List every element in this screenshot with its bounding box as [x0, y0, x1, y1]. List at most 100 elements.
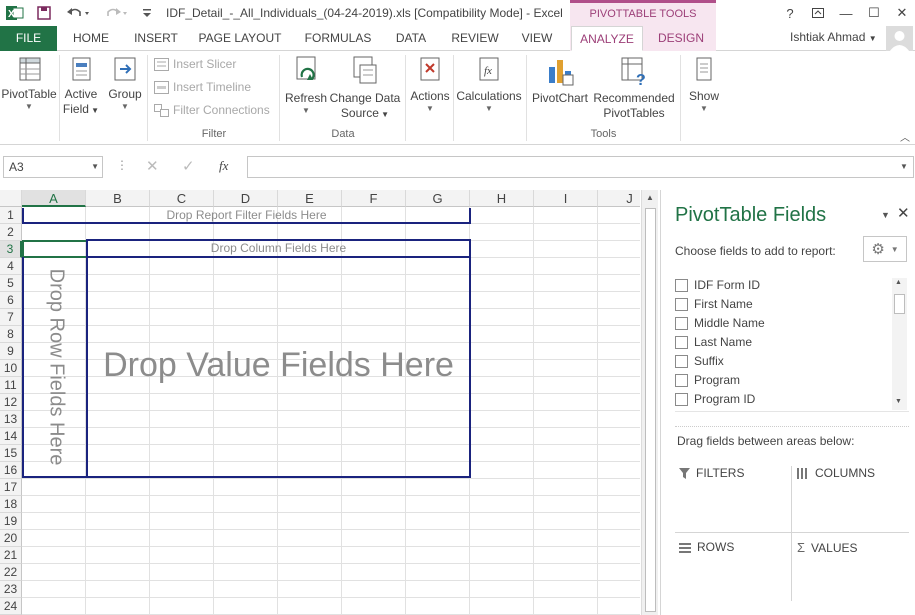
- column-header-i[interactable]: I: [534, 190, 598, 207]
- excel-logo-icon[interactable]: X: [4, 3, 26, 23]
- tab-home[interactable]: HOME: [62, 26, 120, 51]
- rows-area[interactable]: ROWS: [679, 540, 734, 554]
- tab-view[interactable]: VIEW: [514, 26, 560, 51]
- field-item[interactable]: Program ID: [675, 390, 755, 408]
- row-header-15[interactable]: 15: [0, 445, 22, 462]
- row-header-20[interactable]: 20: [0, 530, 22, 547]
- row-header-13[interactable]: 13: [0, 411, 22, 428]
- tab-review[interactable]: REVIEW: [446, 26, 504, 51]
- field-item[interactable]: First Name: [675, 295, 753, 313]
- enter-icon[interactable]: ✓: [182, 157, 195, 175]
- tab-insert[interactable]: INSERT: [128, 26, 184, 51]
- close-pane-icon[interactable]: ✕: [897, 204, 910, 222]
- field-item[interactable]: Middle Name: [675, 314, 765, 332]
- field-item[interactable]: Suffix: [675, 352, 724, 370]
- row-header-16[interactable]: 16: [0, 462, 22, 479]
- active-field-button[interactable]: Active Field ▼: [60, 55, 102, 118]
- row-header-24[interactable]: 24: [0, 598, 22, 615]
- tab-analyze[interactable]: ANALYZE: [571, 26, 643, 51]
- name-box[interactable]: A3 ▼: [3, 156, 103, 178]
- row-header-8[interactable]: 8: [0, 326, 22, 343]
- row-header-2[interactable]: 2: [0, 224, 22, 241]
- drop-report-filter-area[interactable]: Drop Report Filter Fields Here: [22, 208, 471, 224]
- drop-column-fields-area[interactable]: Drop Column Fields Here: [86, 239, 471, 258]
- column-header-h[interactable]: H: [470, 190, 534, 207]
- column-header-g[interactable]: G: [406, 190, 470, 207]
- row-header-11[interactable]: 11: [0, 377, 22, 394]
- row-header-18[interactable]: 18: [0, 496, 22, 513]
- row-header-4[interactable]: 4: [0, 258, 22, 275]
- change-data-source-button[interactable]: Change Data Source ▼: [328, 55, 402, 122]
- calculations-button[interactable]: fx Calculations ▼: [456, 55, 522, 114]
- field-checkbox[interactable]: [675, 354, 688, 368]
- minimize-icon[interactable]: —: [834, 3, 858, 23]
- select-all-corner[interactable]: [0, 190, 22, 207]
- cancel-icon[interactable]: ✕: [146, 157, 159, 175]
- row-header-19[interactable]: 19: [0, 513, 22, 530]
- field-item[interactable]: Program: [675, 371, 740, 389]
- row-header-5[interactable]: 5: [0, 275, 22, 292]
- insert-slicer-button[interactable]: Insert Slicer: [154, 57, 236, 71]
- column-header-d[interactable]: D: [214, 190, 278, 207]
- drop-row-fields-area[interactable]: Drop Row Fields Here: [22, 257, 87, 478]
- actions-button[interactable]: Actions ▼: [408, 55, 452, 114]
- scroll-up-icon[interactable]: ▲: [646, 193, 654, 202]
- column-header-f[interactable]: F: [342, 190, 406, 207]
- row-header-22[interactable]: 22: [0, 564, 22, 581]
- row-header-7[interactable]: 7: [0, 309, 22, 326]
- column-header-c[interactable]: C: [150, 190, 214, 207]
- save-icon[interactable]: [34, 3, 54, 23]
- scroll-up-icon[interactable]: ▲: [895, 279, 902, 286]
- group-button[interactable]: Group ▼: [104, 55, 146, 112]
- scroll-down-icon[interactable]: ▼: [895, 398, 902, 405]
- column-header-e[interactable]: E: [278, 190, 342, 207]
- tab-data[interactable]: DATA: [386, 26, 436, 51]
- field-list-scrollbar[interactable]: ▲ ▼: [892, 278, 907, 410]
- insert-function-icon[interactable]: fx: [219, 158, 228, 174]
- field-checkbox[interactable]: [675, 316, 688, 330]
- field-checkbox[interactable]: [675, 278, 688, 292]
- tab-formulas[interactable]: FORMULAS: [298, 26, 378, 51]
- scrollbar-thumb[interactable]: [645, 208, 656, 612]
- pane-options-icon[interactable]: ▼: [881, 210, 890, 220]
- field-list-settings-button[interactable]: ⚙ ▼: [863, 236, 907, 262]
- row-header-1[interactable]: 1: [0, 207, 22, 224]
- maximize-icon[interactable]: ☐: [862, 3, 886, 23]
- row-header-6[interactable]: 6: [0, 292, 22, 309]
- pivottable-button[interactable]: PivotTable ▼: [0, 55, 58, 112]
- drop-value-fields-area[interactable]: Drop Value Fields Here: [86, 257, 471, 478]
- column-header-j[interactable]: J: [598, 190, 640, 207]
- customize-toolbar-icon[interactable]: [140, 3, 154, 23]
- collapse-ribbon-icon[interactable]: ︿: [900, 129, 910, 144]
- field-item[interactable]: Last Name: [675, 333, 752, 351]
- field-checkbox[interactable]: [675, 392, 688, 406]
- row-header-10[interactable]: 10: [0, 360, 22, 377]
- pivotchart-button[interactable]: PivotChart: [530, 55, 590, 106]
- column-header-a[interactable]: A: [22, 190, 86, 207]
- worksheet-grid[interactable]: ABCDEFGHIJ 1 2 3 4 5 6 7 8 9 10 11 12 13 14 15 16 17 18 19…: [0, 190, 640, 615]
- recommended-pivottables-button[interactable]: ? Recommended PivotTables: [591, 55, 677, 121]
- avatar[interactable]: [886, 26, 913, 52]
- row-header-9[interactable]: 9: [0, 343, 22, 360]
- field-item[interactable]: IDF Form ID: [675, 276, 760, 294]
- undo-icon[interactable]: [64, 3, 94, 23]
- row-header-23[interactable]: 23: [0, 581, 22, 598]
- row-header-21[interactable]: 21: [0, 547, 22, 564]
- close-icon[interactable]: ✕: [890, 3, 914, 23]
- formula-input[interactable]: [247, 156, 914, 178]
- values-area[interactable]: Σ VALUES: [797, 540, 858, 555]
- vertical-scrollbar[interactable]: ▲: [641, 190, 658, 615]
- row-header-12[interactable]: 12: [0, 394, 22, 411]
- redo-icon[interactable]: [102, 3, 132, 23]
- column-header-b[interactable]: B: [86, 190, 150, 207]
- field-checkbox[interactable]: [675, 297, 688, 311]
- insert-timeline-button[interactable]: Insert Timeline: [154, 80, 251, 94]
- tab-file[interactable]: FILE: [0, 26, 57, 51]
- refresh-button[interactable]: Refresh ▼: [284, 55, 328, 116]
- columns-area[interactable]: COLUMNS: [797, 466, 875, 480]
- tab-design[interactable]: DESIGN: [648, 26, 714, 51]
- ribbon-display-icon[interactable]: [806, 3, 830, 23]
- tab-page-layout[interactable]: PAGE LAYOUT: [192, 26, 288, 51]
- expand-formula-icon[interactable]: ▼: [900, 162, 908, 171]
- row-header-17[interactable]: 17: [0, 479, 22, 496]
